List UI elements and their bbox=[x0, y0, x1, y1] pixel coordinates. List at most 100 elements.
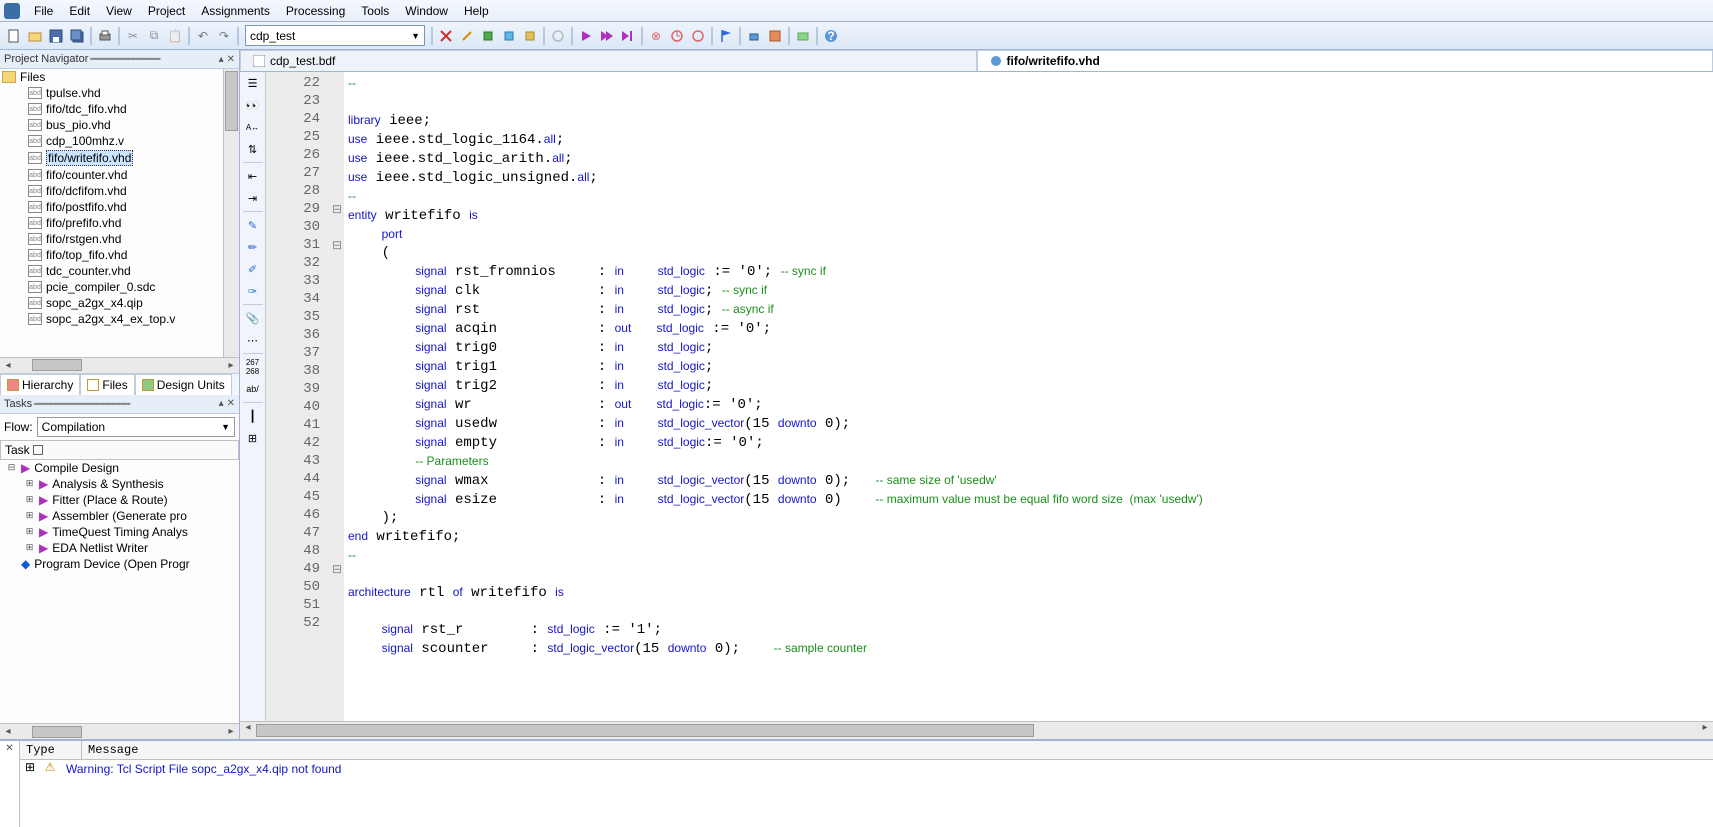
copy-icon[interactable]: ⧉ bbox=[144, 26, 164, 46]
message-close-icon[interactable]: ✕ bbox=[0, 741, 20, 827]
nav-tab-design-units[interactable]: Design Units bbox=[135, 374, 232, 395]
file-item[interactable]: abdfifo/postfifo.vhd bbox=[0, 199, 223, 215]
save-icon[interactable] bbox=[46, 26, 66, 46]
cut-icon[interactable]: ✂ bbox=[123, 26, 143, 46]
file-item[interactable]: abdsopc_a2gx_x4.qip bbox=[0, 295, 223, 311]
tasks-pin-icon[interactable]: ▴ bbox=[219, 398, 224, 409]
expand-icon[interactable]: ⊞ bbox=[20, 760, 40, 778]
help-icon[interactable]: ? bbox=[821, 26, 841, 46]
editor-hscrollbar[interactable]: ◂▸ bbox=[240, 721, 1713, 739]
file-item[interactable]: abdfifo/counter.vhd bbox=[0, 167, 223, 183]
new-file-icon[interactable] bbox=[4, 26, 24, 46]
navigator-close-icon[interactable]: ✕ bbox=[227, 54, 235, 65]
wave-icon[interactable] bbox=[688, 26, 708, 46]
play-end-icon[interactable] bbox=[618, 26, 638, 46]
play-step-icon[interactable] bbox=[597, 26, 617, 46]
open-file-icon[interactable] bbox=[25, 26, 45, 46]
bar-icon[interactable]: ┃ bbox=[244, 407, 262, 425]
message-col-type[interactable]: Type bbox=[20, 741, 82, 759]
menu-edit[interactable]: Edit bbox=[61, 2, 98, 20]
task-item[interactable]: ⊞▶Fitter (Place & Route) bbox=[0, 492, 239, 508]
file-item[interactable]: abdfifo/prefifo.vhd bbox=[0, 215, 223, 231]
redo-icon[interactable]: ↷ bbox=[214, 26, 234, 46]
save-all-icon[interactable] bbox=[67, 26, 87, 46]
fold-column[interactable]: ⊟ ⊟ ⊟ bbox=[330, 72, 344, 721]
file-item[interactable]: abdsopc_a2gx_x4_ex_top.v bbox=[0, 311, 223, 327]
file-item[interactable]: abdfifo/tdc_fifo.vhd bbox=[0, 101, 223, 117]
menu-project[interactable]: Project bbox=[140, 2, 193, 20]
file-item[interactable]: abdbus_pio.vhd bbox=[0, 117, 223, 133]
flow-selector[interactable]: Compilation▼ bbox=[37, 417, 235, 437]
misc2-icon[interactable] bbox=[793, 26, 813, 46]
find-replace-icon[interactable]: A↔ bbox=[244, 118, 262, 136]
menu-tools[interactable]: Tools bbox=[353, 2, 397, 20]
file-item[interactable]: abdfifo/dcfifom.vhd bbox=[0, 183, 223, 199]
print-icon[interactable] bbox=[95, 26, 115, 46]
navigator-hscrollbar[interactable]: ◂▸ bbox=[0, 357, 239, 373]
undo-icon[interactable]: ↶ bbox=[193, 26, 213, 46]
file-item[interactable]: abdcdp_100mhz.v bbox=[0, 133, 223, 149]
vhd-file-icon: abd bbox=[28, 313, 42, 325]
task-item[interactable]: ⊞▶EDA Netlist Writer bbox=[0, 540, 239, 556]
brush3-icon[interactable]: ✐ bbox=[244, 260, 262, 278]
files-icon bbox=[87, 379, 99, 391]
brush2-icon[interactable]: ✏ bbox=[244, 238, 262, 256]
chip-icon[interactable] bbox=[478, 26, 498, 46]
flag-icon[interactable] bbox=[716, 26, 736, 46]
code-editor[interactable]: -- library ieee; use ieee.std_logic_1164… bbox=[344, 72, 1713, 721]
nav-tab-hierarchy[interactable]: Hierarchy bbox=[0, 374, 80, 395]
num-icon[interactable]: 267268 bbox=[244, 358, 262, 376]
attach-icon[interactable]: 📎 bbox=[244, 309, 262, 327]
task-header[interactable]: Task bbox=[0, 440, 239, 460]
task-item[interactable]: ⊞▶Analysis & Synthesis bbox=[0, 476, 239, 492]
dots-icon[interactable]: ⋯ bbox=[244, 331, 262, 349]
bug-icon[interactable]: ⊗ bbox=[646, 26, 666, 46]
clock-icon[interactable] bbox=[667, 26, 687, 46]
message-row[interactable]: ⊞⚠Warning: Tcl Script File sopc_a2gx_x4.… bbox=[20, 760, 1713, 778]
tasks-close-icon[interactable]: ✕ bbox=[227, 398, 235, 409]
brush4-icon[interactable]: ✑ bbox=[244, 282, 262, 300]
indent-right-icon[interactable]: ⇥ bbox=[244, 189, 262, 207]
task-item[interactable]: ⊞▶Assembler (Generate pro bbox=[0, 508, 239, 524]
menu-view[interactable]: View bbox=[98, 2, 140, 20]
misc1-icon[interactable] bbox=[765, 26, 785, 46]
menu-assignments[interactable]: Assignments bbox=[193, 2, 278, 20]
menu-file[interactable]: File bbox=[26, 2, 61, 20]
paste-icon[interactable]: 📋 bbox=[165, 26, 185, 46]
navigator-pin-icon[interactable]: ▴ bbox=[219, 54, 224, 65]
navigator-vscrollbar[interactable] bbox=[223, 69, 239, 357]
chip2-icon[interactable] bbox=[499, 26, 519, 46]
arrows-icon[interactable]: ⇅ bbox=[244, 140, 262, 158]
file-item[interactable]: abdfifo/writefifo.vhd bbox=[0, 149, 223, 167]
file-item[interactable]: abdfifo/top_fifo.vhd bbox=[0, 247, 223, 263]
nav-tab-files[interactable]: Files bbox=[80, 374, 134, 395]
editor-tab-vhd[interactable]: fifo/writefifo.vhd bbox=[977, 50, 1713, 71]
project-selector[interactable]: cdp_test▼ bbox=[245, 25, 425, 46]
list-icon[interactable]: ☰ bbox=[244, 74, 262, 92]
file-item[interactable]: abdtpulse.vhd bbox=[0, 85, 223, 101]
message-col-message[interactable]: Message bbox=[82, 741, 1713, 759]
pencil-icon[interactable] bbox=[457, 26, 477, 46]
file-item[interactable]: abdpcie_compiler_0.sdc bbox=[0, 279, 223, 295]
files-root[interactable]: Files bbox=[0, 69, 223, 85]
task-item[interactable]: ◆Program Device (Open Progr bbox=[0, 556, 239, 572]
menu-help[interactable]: Help bbox=[456, 2, 497, 20]
settings-icon[interactable] bbox=[436, 26, 456, 46]
menu-processing[interactable]: Processing bbox=[278, 2, 353, 20]
device-icon[interactable] bbox=[744, 26, 764, 46]
menu-window[interactable]: Window bbox=[397, 2, 456, 20]
file-item[interactable]: abdfifo/rstgen.vhd bbox=[0, 231, 223, 247]
editor-tab-bdf[interactable]: cdp_test.bdf bbox=[240, 50, 977, 71]
tasks-hscrollbar[interactable]: ◂▸ bbox=[0, 723, 239, 739]
file-item[interactable]: abdtdc_counter.vhd bbox=[0, 263, 223, 279]
expand-icon[interactable]: ⊞ bbox=[244, 429, 262, 447]
ab-icon[interactable]: ab/ bbox=[244, 380, 262, 398]
stop-icon[interactable] bbox=[548, 26, 568, 46]
chip3-icon[interactable] bbox=[520, 26, 540, 46]
play-icon[interactable] bbox=[576, 26, 596, 46]
binoculars-icon[interactable]: 👀 bbox=[244, 96, 262, 114]
task-item[interactable]: ⊞▶TimeQuest Timing Analys bbox=[0, 524, 239, 540]
task-item[interactable]: ⊟▶Compile Design bbox=[0, 460, 239, 476]
brush-icon[interactable]: ✎ bbox=[244, 216, 262, 234]
indent-left-icon[interactable]: ⇤ bbox=[244, 167, 262, 185]
